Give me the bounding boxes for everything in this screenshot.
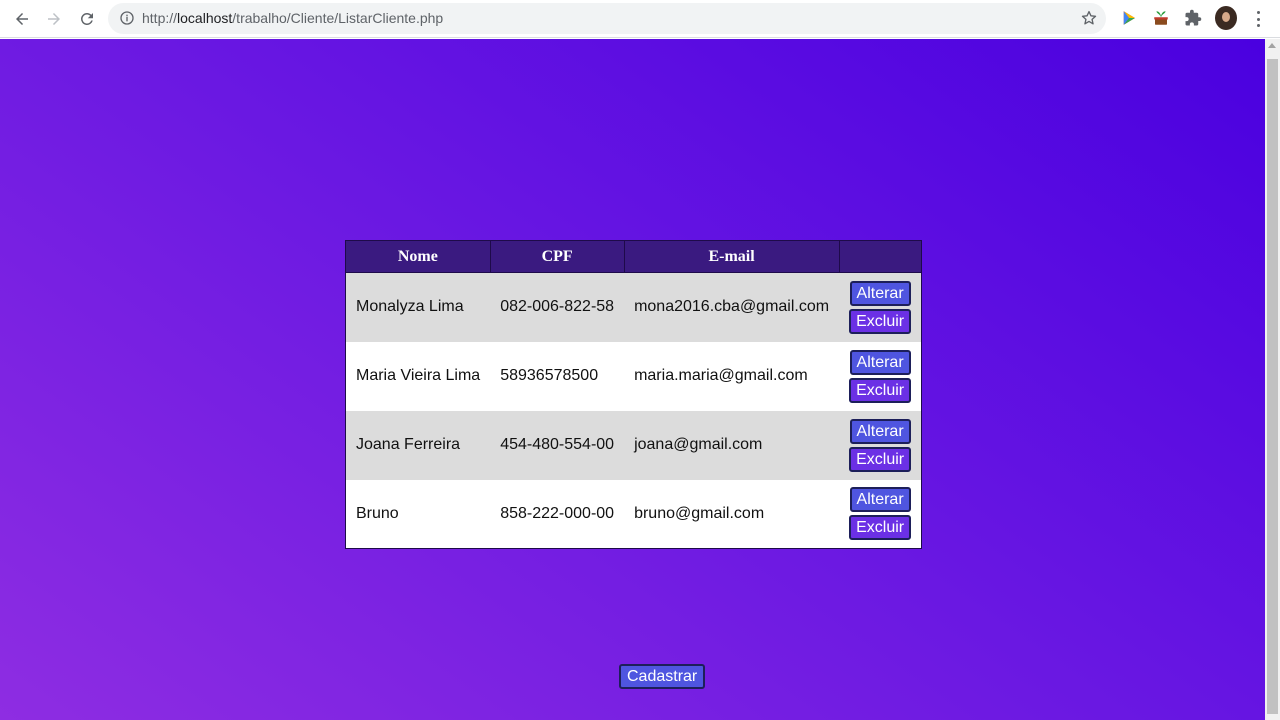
address-bar[interactable]: http://localhost/trabalho/Cliente/Listar… [108,3,1106,34]
cell-cpf: 58936578500 [490,341,625,411]
cell-email: joana@gmail.com [624,410,840,480]
url-prefix: http:// [142,10,178,26]
url-path: /trabalho/Cliente/ListarCliente.php [232,10,444,26]
extensions-button[interactable] [1183,7,1203,29]
puzzle-icon [1185,9,1202,26]
table-header-row: Nome CPF E-mail [345,240,923,273]
column-header-actions [838,240,923,273]
back-arrow-icon [16,13,28,25]
alterar-button[interactable]: Alterar [849,349,911,375]
table-row: Bruno 858-222-000-00 bruno@gmail.com Alt… [345,479,922,549]
cell-cpf: 858-222-000-00 [490,479,625,549]
cell-email: bruno@gmail.com [624,479,840,549]
cell-email: maria.maria@gmail.com [624,341,840,411]
star-icon[interactable] [1080,9,1098,27]
column-header-cpf: CPF [489,240,625,273]
excluir-button[interactable]: Excluir [849,377,912,403]
cell-email: mona2016.cba@gmail.com [624,272,840,342]
back-button[interactable] [9,6,35,32]
table-row: Monalyza Lima 082-006-822-58 mona2016.cb… [345,272,922,342]
reload-icon [80,12,93,25]
profile-avatar[interactable] [1215,6,1237,30]
excluir-button[interactable]: Excluir [849,515,912,541]
alterar-button[interactable]: Alterar [849,280,911,306]
column-header-email: E-mail [623,240,840,273]
excluir-button[interactable]: Excluir [849,446,912,472]
play-logo-icon [1123,11,1135,25]
plant-pot-icon [1154,11,1168,25]
cadastrar-button[interactable]: Cadastrar [619,664,706,689]
alterar-button[interactable]: Alterar [849,418,911,444]
info-icon[interactable] [119,10,135,26]
cell-nome: Maria Vieira Lima [345,341,491,411]
cell-actions: Alterar Excluir [839,410,922,480]
cell-actions: Alterar Excluir [839,341,922,411]
alterar-button[interactable]: Alterar [849,487,911,513]
forward-button[interactable] [41,6,67,32]
cell-actions: Alterar Excluir [839,272,922,342]
browser-toolbar: http://localhost/trabalho/Cliente/Listar… [0,0,1280,38]
reload-button[interactable] [74,6,100,32]
client-table: Nome CPF E-mail Monalyza Lima 082-006-82… [345,240,923,549]
cell-nome: Monalyza Lima [345,272,491,342]
scroll-up-arrow-icon[interactable] [1268,43,1276,48]
vertical-scrollbar[interactable] [1265,39,1280,720]
avatar-face [1222,12,1230,22]
forward-arrow-icon [48,13,60,25]
cell-nome: Joana Ferreira [345,410,491,480]
kebab-menu-icon[interactable] [1250,8,1266,30]
cell-cpf: 082-006-822-58 [490,272,625,342]
cell-cpf: 454-480-554-00 [490,410,625,480]
cell-actions: Alterar Excluir [839,479,922,549]
extension-plant-icon[interactable] [1151,7,1171,29]
column-header-nome: Nome [345,240,491,273]
excluir-button[interactable]: Excluir [849,308,912,334]
url-text[interactable]: http://localhost/trabalho/Cliente/Listar… [142,10,443,26]
table-row: Joana Ferreira 454-480-554-00 joana@gmai… [345,410,922,480]
table-row: Maria Vieira Lima 58936578500 maria.mari… [345,341,922,411]
scrollbar-thumb[interactable] [1267,59,1278,714]
cell-nome: Bruno [345,479,491,549]
extension-play-icon[interactable] [1119,7,1139,29]
url-host: localhost [177,10,233,26]
